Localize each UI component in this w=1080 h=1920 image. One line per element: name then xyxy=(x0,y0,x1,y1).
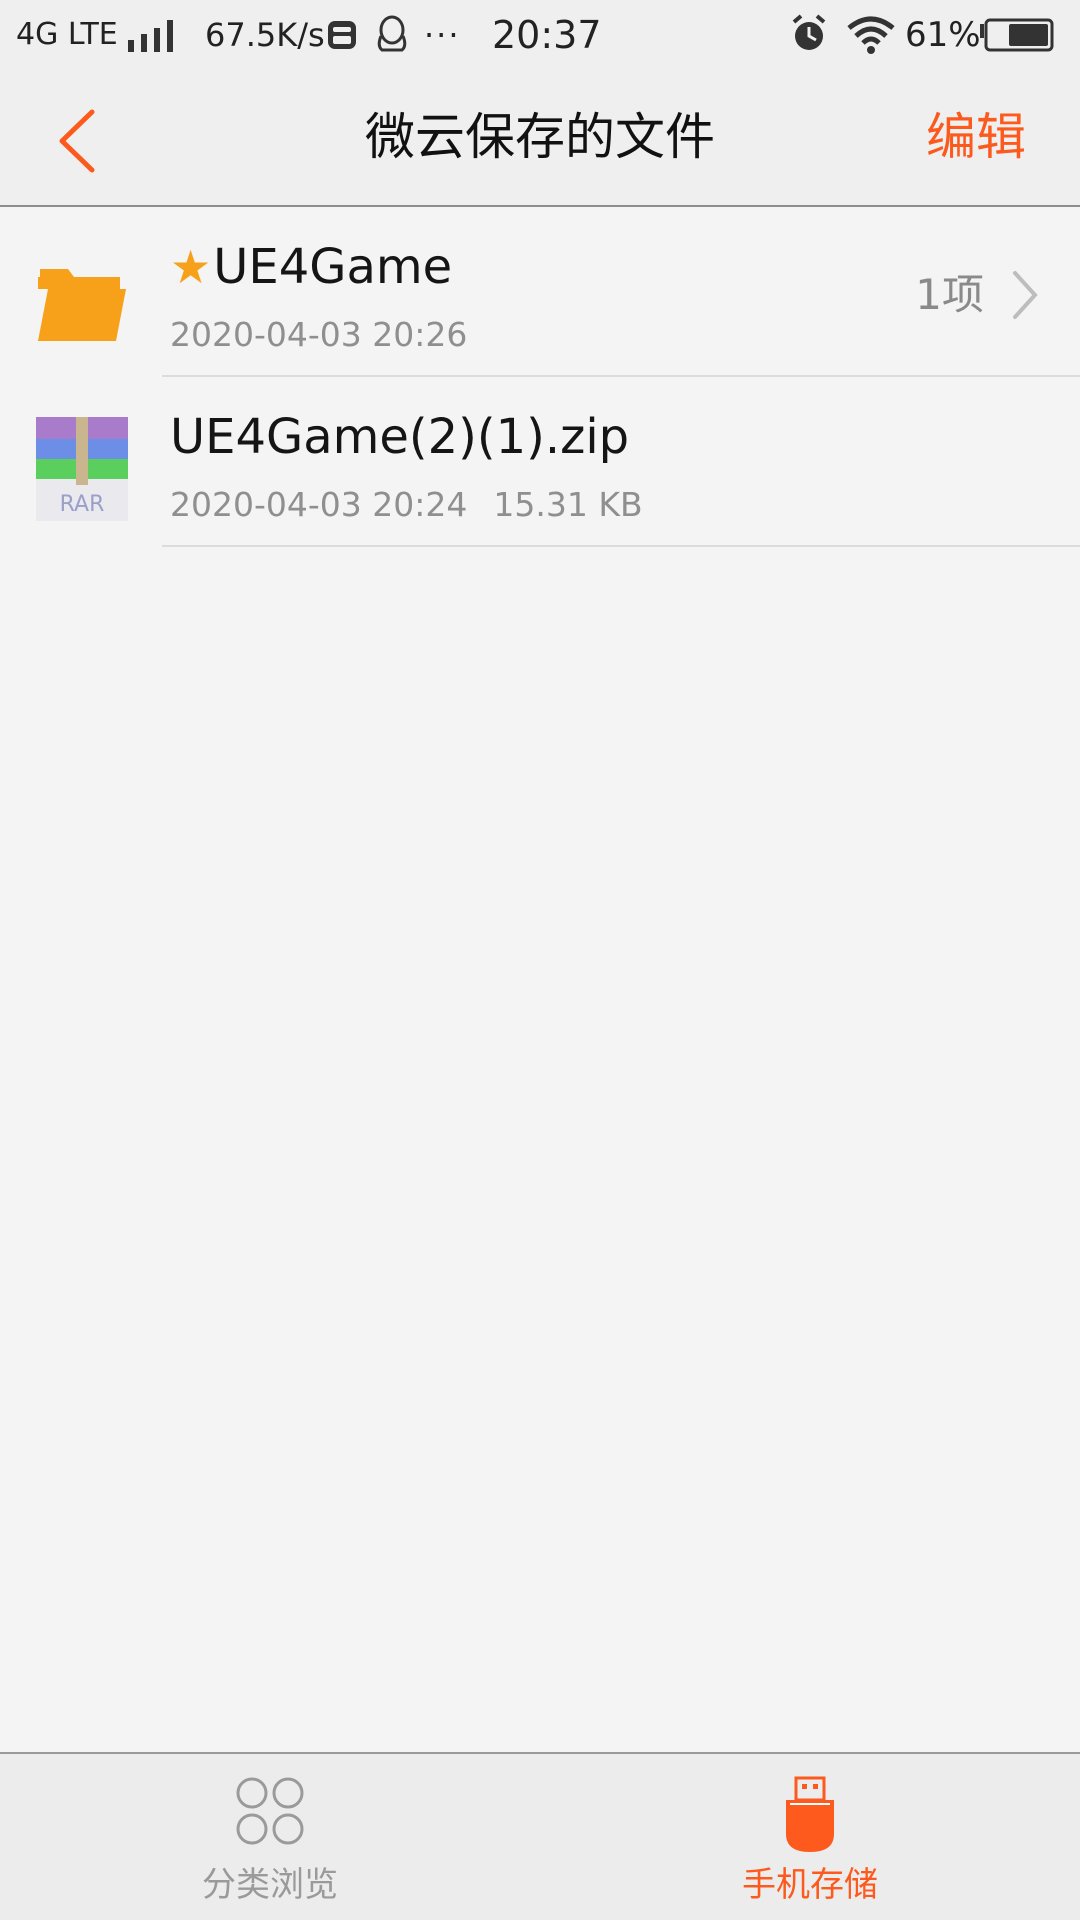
back-arrow-icon[interactable] xyxy=(50,106,110,176)
file-date: 2020-04-03 20:24 xyxy=(170,485,468,524)
alarm-icon xyxy=(792,14,826,50)
bottom-tab-bar: 分类浏览 手机存储 xyxy=(0,1752,1080,1920)
file-size: 15.31 KB xyxy=(493,485,643,524)
battery-icon xyxy=(980,18,1054,52)
rar-label: RAR xyxy=(60,492,105,517)
tab-label: 分类浏览 xyxy=(202,1865,338,1905)
folder-icon xyxy=(38,269,126,341)
vivo-notification-icon xyxy=(328,21,356,49)
file-list: ★UE4Game 2020-04-03 20:26 1项 RAR UE4Game… xyxy=(0,207,1080,547)
navigation-header: 微云保存的文件 编辑 xyxy=(0,70,1080,207)
file-name: UE4Game xyxy=(213,239,453,295)
network-type: 4G LTE xyxy=(16,17,118,52)
file-date: 2020-04-03 20:26 xyxy=(170,315,468,354)
divider xyxy=(162,545,1080,547)
item-count: 1项 xyxy=(915,270,984,319)
network-speed: 67.5K/s xyxy=(205,16,325,54)
page-title: 微云保存的文件 xyxy=(365,108,715,166)
list-item[interactable]: ★UE4Game 2020-04-03 20:26 1项 xyxy=(0,207,1080,377)
tab-label: 手机存储 xyxy=(742,1865,878,1905)
category-grid-icon xyxy=(236,1777,304,1845)
rar-archive-icon: RAR xyxy=(36,417,128,521)
qq-penguin-icon xyxy=(377,15,407,52)
star-icon: ★ xyxy=(170,240,212,294)
tab-category-browse[interactable]: 分类浏览 xyxy=(0,1754,540,1920)
edit-button[interactable]: 编辑 xyxy=(926,104,1026,170)
wifi-icon xyxy=(847,16,895,54)
tab-phone-storage[interactable]: 手机存储 xyxy=(540,1754,1080,1920)
status-bar: 4G LTE 67.5K/s ··· 20:37 61% xyxy=(0,0,1080,70)
clock: 20:37 xyxy=(492,13,602,57)
more-notifications: ··· xyxy=(424,16,461,54)
signal-strength-icon xyxy=(128,20,173,52)
usb-storage-icon xyxy=(786,1776,834,1852)
file-name: UE4Game(2)(1).zip xyxy=(170,409,630,465)
chevron-right-icon xyxy=(1013,271,1038,319)
battery-percent: 61% xyxy=(905,15,981,55)
screen: 4G LTE 67.5K/s ··· 20:37 61% 微云保存的文件 编辑 … xyxy=(0,0,1080,1920)
list-item[interactable]: RAR UE4Game(2)(1).zip 2020-04-03 20:24 15… xyxy=(0,377,1080,547)
